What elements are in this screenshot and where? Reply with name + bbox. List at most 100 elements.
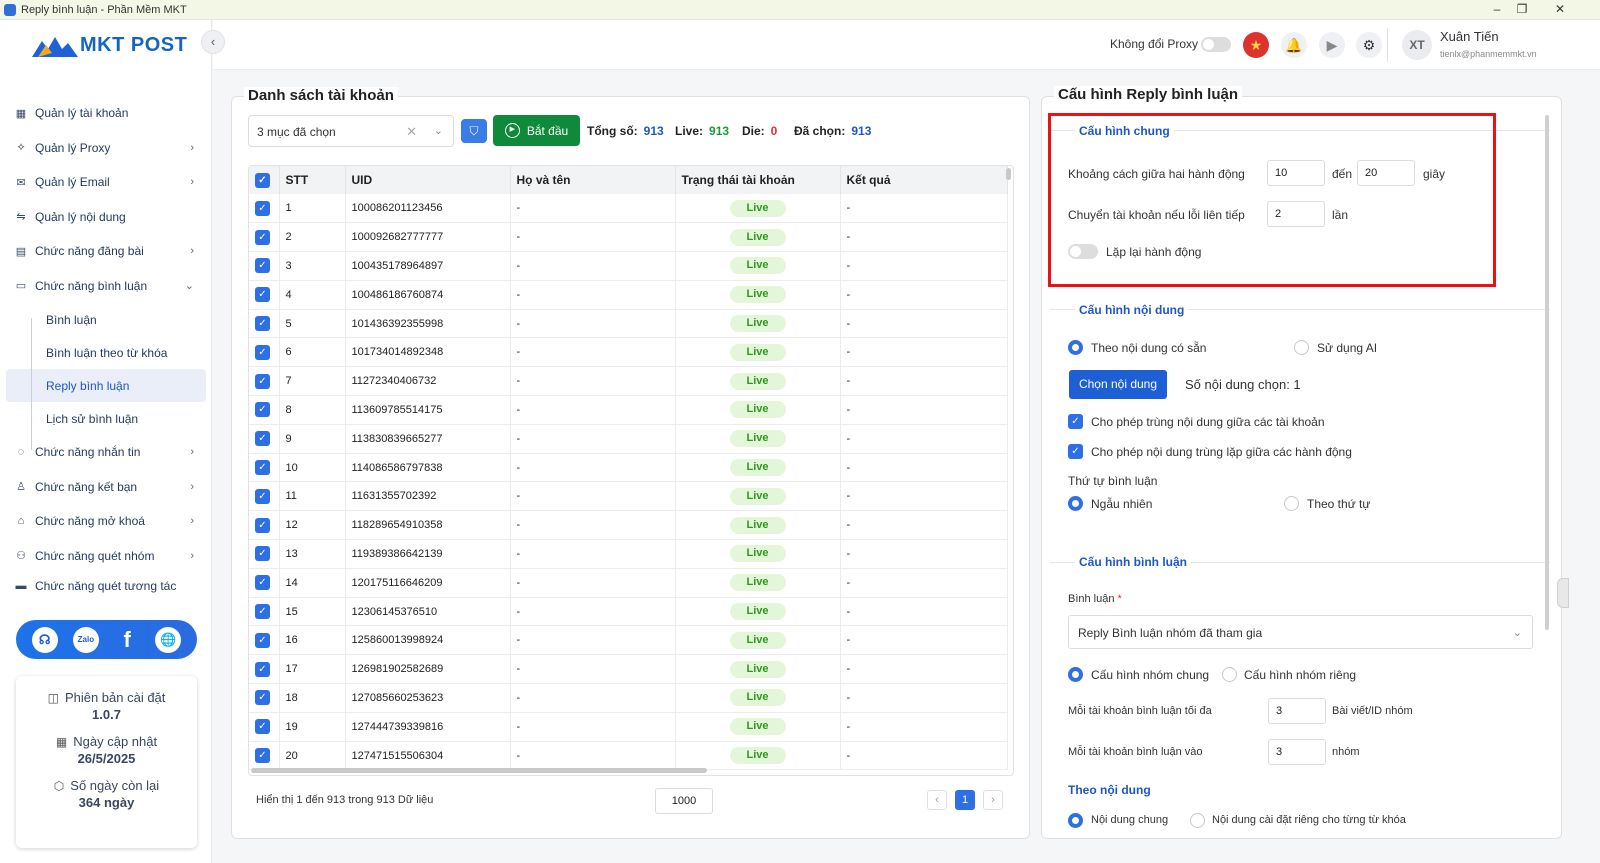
table-horizontal-scrollbar[interactable] <box>251 768 707 773</box>
zalo-icon[interactable]: Zalo <box>72 626 99 653</box>
sidebar-item[interactable]: ▦ Quản lý tài khoản <box>0 96 212 131</box>
next-page-button[interactable]: › <box>983 790 1003 810</box>
filter-button[interactable]: ⛉ <box>461 119 487 143</box>
collapse-sidebar-button[interactable]: ‹ <box>201 30 225 54</box>
table-row[interactable]: ✓ 16 125860013998924- Live - <box>249 625 1008 656</box>
row-checkbox[interactable]: ✓ <box>255 719 270 735</box>
table-row[interactable]: ✓ 20 127471515506304- Live - <box>249 741 1008 771</box>
edge-handle[interactable] <box>1557 578 1569 608</box>
col-result[interactable]: Kết quả <box>840 166 1008 194</box>
row-checkbox[interactable]: ✓ <box>255 661 270 677</box>
col-uid[interactable]: UID <box>345 166 511 194</box>
sidebar-item[interactable]: ▭ Chức năng bình luận ⌄ <box>0 269 212 304</box>
row-checkbox[interactable]: ✓ <box>255 546 270 562</box>
table-row[interactable]: ✓ 2 100092682777777- Live - <box>249 222 1008 253</box>
table-row[interactable]: ✓ 9 113830839665277- Live - <box>249 424 1008 454</box>
row-checkbox[interactable]: ✓ <box>255 517 270 533</box>
prev-page-button[interactable]: ‹ <box>927 790 947 810</box>
chevron-down-icon[interactable]: ⌄ <box>434 124 443 137</box>
proxy-toggle[interactable] <box>1201 37 1231 52</box>
row-checkbox[interactable]: ✓ <box>255 344 270 360</box>
col-name[interactable]: Họ và tên <box>510 166 676 194</box>
table-row[interactable]: ✓ 18 127085660253623- Live - <box>249 683 1008 713</box>
sequential-order-radio[interactable] <box>1284 496 1299 511</box>
config-scrollbar[interactable] <box>1545 115 1549 630</box>
common-content-radio[interactable] <box>1068 813 1083 828</box>
row-checkbox[interactable]: ✓ <box>255 488 270 504</box>
table-row[interactable]: ✓ 17 126981902582689- Live - <box>249 654 1008 685</box>
table-row[interactable]: ✓ 13 119389386642139- Live - <box>249 539 1008 569</box>
sidebar-item[interactable]: ▤ Chức năng đăng bài › <box>0 234 212 269</box>
table-row[interactable]: ✓ 15 12306145376510- Live - <box>249 597 1008 627</box>
row-checkbox[interactable]: ✓ <box>255 431 270 447</box>
table-row[interactable]: ✓ 4 100486186760874- Live - <box>249 280 1008 310</box>
calendar-icon: ▦ <box>55 734 68 749</box>
support-icon[interactable]: ☊ <box>31 626 58 653</box>
group-private-radio[interactable] <box>1222 667 1237 682</box>
row-checkbox[interactable]: ✓ <box>255 748 270 764</box>
sidebar-item[interactable]: ⟡ Quản lý Proxy › <box>0 131 212 166</box>
allow-dup-accounts-checkbox[interactable]: ✓ <box>1068 414 1083 429</box>
keyword-content-radio[interactable] <box>1190 813 1205 828</box>
allow-dup-actions-checkbox[interactable]: ✓ <box>1068 444 1083 459</box>
table-row[interactable]: ✓ 6 101734014892348- Live - <box>249 337 1008 368</box>
table-row[interactable]: ✓ 19 127444739339816- Live - <box>249 712 1008 742</box>
row-checkbox[interactable]: ✓ <box>255 604 270 620</box>
restore-button[interactable]: ❐ <box>1503 0 1541 20</box>
account-select[interactable]: 3 mục đã chọn ✕ ⌄ <box>248 115 454 147</box>
row-checkbox[interactable]: ✓ <box>255 575 270 591</box>
sidebar-item[interactable]: ♙ Chức năng kết bạn › <box>0 470 212 505</box>
sidebar-subitem[interactable]: Reply bình luận <box>6 369 206 402</box>
close-button[interactable]: ✕ <box>1541 0 1579 20</box>
table-row[interactable]: ✓ 3 100435178964897- Live - <box>249 251 1008 281</box>
group-common-radio[interactable] <box>1068 667 1083 682</box>
globe-icon[interactable]: 🌐 <box>155 626 182 653</box>
table-row[interactable]: ✓ 14 120175116646209- Live - <box>249 568 1008 598</box>
page-1-button[interactable]: 1 <box>955 790 975 810</box>
play-icon[interactable]: ▶ <box>1319 32 1345 58</box>
table-row[interactable]: ✓ 11 11631355702392- Live - <box>249 481 1008 512</box>
row-checkbox[interactable]: ✓ <box>255 460 270 476</box>
table-row[interactable]: ✓ 1 100086201123456- Live - <box>249 194 1008 224</box>
table-row[interactable]: ✓ 10 114086586797838- Live - <box>249 453 1008 483</box>
row-checkbox[interactable]: ✓ <box>255 632 270 648</box>
page-size-input[interactable]: 1000 <box>655 788 713 814</box>
gear-icon[interactable]: ⚙ <box>1356 32 1382 58</box>
row-checkbox[interactable]: ✓ <box>255 316 270 332</box>
row-checkbox[interactable]: ✓ <box>255 229 270 245</box>
col-stt[interactable]: STT <box>279 166 346 194</box>
choose-content-button[interactable]: Chọn nội dung <box>1069 370 1167 399</box>
facebook-icon[interactable]: f <box>114 627 140 653</box>
avatar[interactable]: XT <box>1402 30 1432 60</box>
preset-content-radio[interactable] <box>1068 340 1083 355</box>
max-comments-input[interactable]: 3 <box>1268 698 1326 724</box>
clear-icon[interactable]: ✕ <box>406 124 417 140</box>
sidebar-item[interactable]: ▬ Chức năng quét tương tác <box>0 573 212 593</box>
comment-type-select[interactable]: Reply Bình luận nhóm đã tham gia ⌄ <box>1068 615 1533 649</box>
table-row[interactable]: ✓ 8 113609785514175- Live - <box>249 395 1008 425</box>
row-checkbox[interactable]: ✓ <box>255 690 270 706</box>
row-checkbox[interactable]: ✓ <box>255 258 270 274</box>
start-button[interactable]: ▶ Bắt đầu <box>493 115 580 146</box>
vietnam-flag-icon[interactable]: ★ <box>1243 32 1269 58</box>
table-row[interactable]: ✓ 5 101436392355998- Live - <box>249 309 1008 339</box>
table-row[interactable]: ✓ 12 118289654910358- Live - <box>249 510 1008 541</box>
bell-icon[interactable]: 🔔 <box>1281 32 1307 58</box>
table-vertical-scrollbar[interactable] <box>1006 168 1011 180</box>
random-order-radio[interactable] <box>1068 496 1083 511</box>
row-checkbox[interactable]: ✓ <box>255 373 270 389</box>
col-status[interactable]: Trạng thái tài khoản <box>675 166 841 194</box>
chevron-down-icon[interactable]: ⌄ <box>1513 626 1522 639</box>
select-all-checkbox[interactable]: ✓ <box>255 173 270 188</box>
scan-icon: ▬ <box>15 580 27 592</box>
sidebar-item[interactable]: ⇋ Quản lý nội dung <box>0 200 212 235</box>
ai-content-radio[interactable] <box>1294 340 1309 355</box>
comment-into-input[interactable]: 3 <box>1268 739 1326 765</box>
row-checkbox[interactable]: ✓ <box>255 402 270 418</box>
sidebar-item[interactable]: ⚇ Chức năng quét nhóm › <box>0 539 212 574</box>
row-checkbox[interactable]: ✓ <box>255 200 270 216</box>
table-row[interactable]: ✓ 7 11272340406732- Live - <box>249 366 1008 397</box>
sidebar-item[interactable]: ⌂ Chức năng mở khoá › <box>0 504 212 539</box>
row-checkbox[interactable]: ✓ <box>255 287 270 303</box>
sidebar-item[interactable]: ✉ Quản lý Email › <box>0 165 212 200</box>
